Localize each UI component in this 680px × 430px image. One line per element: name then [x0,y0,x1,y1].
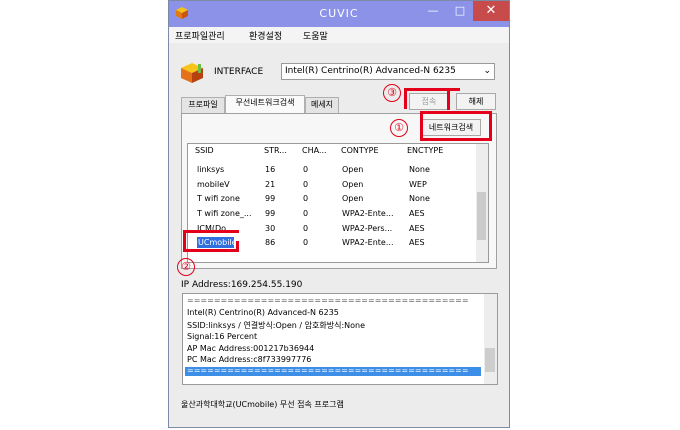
menu-bar: 프로파일관리 환경설정 도움말 [169,27,509,43]
cell-ssid: T wifi zone_... [197,209,252,218]
log-line: ========================================… [187,296,469,305]
cell-ssid: linksys [197,165,225,174]
cell-enctype: WEP [409,180,427,189]
interface-select[interactable]: Intel(R) Centrino(R) Advanced-N 6235 ⌄ [281,63,495,80]
column-header-enctype[interactable]: ENCTYPE [407,144,443,158]
cell-channel: 0 [303,209,309,218]
interface-label: INTERFACE [214,67,264,77]
cell-channel: 0 [303,180,309,189]
tab-message[interactable]: 메세지 [305,97,339,113]
cell-ssid: UCmobile [198,238,237,247]
cell-strength: 99 [265,209,276,218]
cell-contype: WPA2-Ente... [342,238,394,247]
cell-contype: Open [342,180,364,189]
ip-address-text: IP Address:169.254.55.190 [181,280,303,290]
chevron-down-icon: ⌄ [483,66,491,76]
annotation-mark-connect-top [404,88,460,91]
cell-enctype: AES [409,238,425,247]
log-scrollbar[interactable] [484,294,497,384]
cell-strength: 86 [265,238,276,247]
column-header-ssid[interactable]: SSID [195,144,214,158]
cell-enctype: None [409,165,430,174]
app-window: CUVIC — □ ✕ 프로파일관리 환경설정 도움말 INTERFACE In… [168,0,510,428]
title-bar[interactable]: CUVIC — □ ✕ [169,1,509,27]
cell-strength: 16 [265,165,276,174]
cell-contype: Open [342,165,364,174]
footer-text: 울산과학대학교(UCmobile) 무선 접속 프로그램 [181,400,344,409]
close-button[interactable]: ✕ [473,1,509,21]
log-line: Intel(R) Centrino(R) Advanced-N 6235 [187,308,339,317]
column-header-strength[interactable]: STR... [264,144,287,158]
interface-value: Intel(R) Centrino(R) Advanced-N 6235 [285,66,456,76]
cell-channel: 0 [303,238,309,247]
cell-enctype: AES [409,224,425,233]
annotation-mark-ucmobile-bottom [183,249,239,252]
disconnect-button[interactable]: 해제 [456,93,496,110]
cell-channel: 0 [303,224,309,233]
annotation-mark-ucmobile-top [183,230,239,233]
menu-help[interactable]: 도움말 [303,29,328,42]
cell-contype: WPA2-Pers... [342,224,393,233]
status-log[interactable]: ========================================… [182,293,498,385]
log-line: SSID:linksys / 연결방식:Open / 암호화방식:None [187,321,366,330]
menu-settings[interactable]: 환경설정 [249,29,282,42]
cell-strength: 21 [265,180,276,189]
cuvic-logo-icon [181,63,203,83]
network-list[interactable]: SSID STR... CHA... CONTYPE ENCTYPE links… [187,143,489,263]
cell-contype: WPA2-Ente... [342,209,394,218]
cell-enctype: AES [409,209,425,218]
cell-strength: 30 [265,224,276,233]
log-line: PC Mac Address:c8f733997776 [187,355,312,364]
annotation-two: ② [177,258,195,276]
annotation-box-scan [420,111,492,141]
menu-profile-manage[interactable]: 프로파일관리 [175,29,225,42]
annotation-three: ③ [383,84,401,102]
annotation-mark-connect-right [447,88,450,110]
tab-profile[interactable]: 프로파일 [181,97,225,113]
cell-contype: Open [342,194,364,203]
log-line: ========================================… [187,366,469,375]
log-line: AP Mac Address:001217b36944 [187,344,315,353]
cell-strength: 99 [265,194,276,203]
connect-button[interactable]: 접속 [409,93,449,110]
cell-ssid: T wifi zone [197,194,240,203]
annotation-mark-connect-left [404,88,407,109]
list-scrollbar-thumb[interactable] [477,192,486,240]
tab-wireless-scan[interactable]: 무선네트워크검색 [225,95,305,114]
column-header-contype[interactable]: CONTYPE [341,144,379,158]
cell-ssid: mobileV [197,180,230,189]
log-scrollbar-thumb[interactable] [485,348,495,372]
cell-channel: 0 [303,165,309,174]
log-line: Signal:16 Percent [187,332,258,341]
list-scrollbar[interactable] [476,144,488,262]
annotation-one: ① [390,119,408,137]
cell-channel: 0 [303,194,309,203]
column-header-channel[interactable]: CHA... [302,144,327,158]
cell-enctype: None [409,194,430,203]
cell-ssid: ICM(Do... [197,224,234,233]
annotation-mark-ucmobile-right [236,241,239,252]
maximize-button[interactable]: □ [447,1,473,21]
minimize-button[interactable]: — [419,1,447,21]
